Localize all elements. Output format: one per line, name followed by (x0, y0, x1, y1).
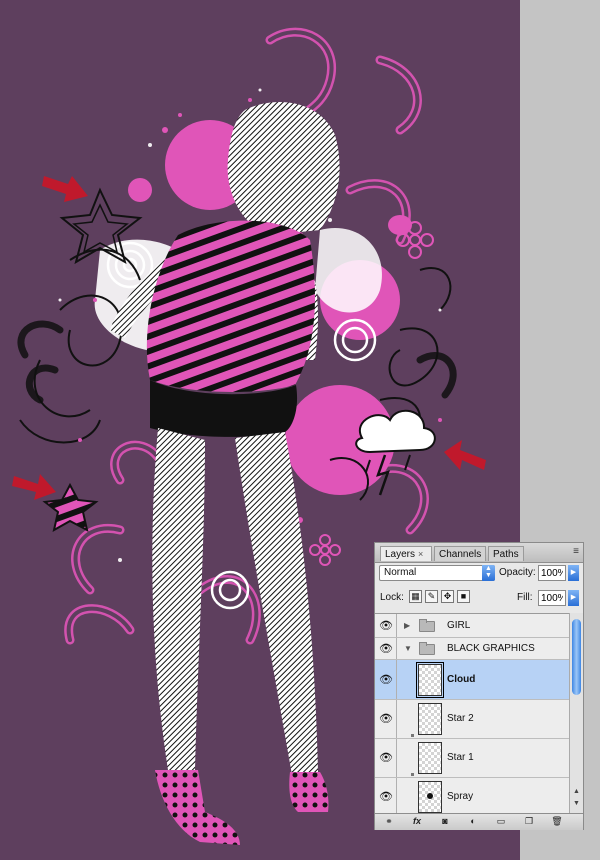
chevron-updown-icon: ▲ ▼ (482, 565, 495, 581)
link-icon[interactable]: ⚭ (381, 816, 397, 827)
folder-icon (419, 642, 435, 655)
eye-visibility-icon[interactable]: 👁 (378, 643, 394, 655)
lock-position-move-icon[interactable]: ✥ (441, 590, 454, 603)
panel-bottom-toolbar: ⚭ fx ◙ ◐ ▭ ❐ 🗑 (375, 813, 583, 830)
tab-channels-label: Channels (439, 549, 482, 560)
tab-layers[interactable]: Layers × (380, 546, 432, 561)
clip-link-icon (411, 773, 414, 776)
fill-label: Fill: (517, 592, 533, 603)
fill-input[interactable] (538, 590, 566, 606)
red-arrow-2 (12, 474, 56, 500)
eye-visibility-icon[interactable]: 👁 (378, 752, 394, 764)
tab-channels[interactable]: Channels (434, 546, 486, 561)
triangle-right-icon[interactable]: ▶ (404, 621, 410, 630)
right-shoe (289, 772, 329, 812)
blend-mode-value: Normal (384, 567, 417, 578)
opacity-label: Opacity: (499, 567, 536, 578)
layer-name: Spray (447, 791, 474, 802)
layer-thumbnail (418, 742, 442, 774)
layer-thumbnail (418, 703, 442, 735)
tab-layers-label: Layers (385, 549, 416, 560)
new-layer-icon[interactable]: ❐ (521, 816, 537, 827)
mask-icon[interactable]: ◙ (437, 816, 453, 827)
layer-thumbnail (418, 781, 442, 813)
tab-paths[interactable]: Paths (488, 546, 524, 561)
opacity-slider-arrow-icon[interactable]: ▶ (568, 565, 579, 581)
layer-row-black-graphics[interactable]: 👁 ▼ BLACK GRAPHICS (375, 638, 569, 660)
adjustment-icon[interactable]: ◐ (465, 816, 481, 827)
scroll-thumb[interactable] (572, 619, 581, 695)
spray-thumbnail-mark (427, 793, 433, 799)
folder-icon (419, 619, 435, 632)
close-icon[interactable]: × (418, 547, 423, 562)
layers-scrollbar[interactable]: ▲ ▼ (569, 613, 583, 813)
left-shoe (155, 770, 240, 845)
panel-menu-icon[interactable]: ≡ (573, 546, 579, 557)
layer-row-cloud[interactable]: 👁 Cloud (375, 660, 569, 700)
tab-paths-label: Paths (493, 549, 519, 560)
layer-name: BLACK GRAPHICS (447, 643, 535, 654)
eye-visibility-icon[interactable]: 👁 (378, 791, 394, 803)
red-arrow-3 (444, 440, 486, 470)
clip-link-icon (411, 734, 414, 737)
layer-row-star-2[interactable]: 👁 Star 2 (375, 700, 569, 739)
scroll-down-icon[interactable]: ▼ (572, 799, 581, 808)
lock-all-padlock-icon[interactable]: ■ (457, 590, 470, 603)
triangle-down-icon[interactable]: ▼ (404, 644, 412, 653)
layer-name: Cloud (447, 674, 476, 685)
trash-icon[interactable]: 🗑 (549, 816, 565, 827)
layer-thumbnail (416, 662, 444, 698)
layers-panel: Layers × Channels Paths ≡ Normal ▲ ▼ Opaci… (374, 542, 584, 830)
panel-tab-bar: Layers × Channels Paths ≡ (375, 543, 583, 563)
layer-row-girl[interactable]: 👁 ▶ GIRL (375, 614, 569, 638)
layer-name: Star 1 (447, 752, 474, 763)
layer-name: Star 2 (447, 713, 474, 724)
layer-name: GIRL (447, 620, 471, 631)
layer-row-spray[interactable]: 👁 Spray (375, 778, 569, 814)
new-group-icon[interactable]: ▭ (493, 816, 509, 827)
blend-mode-select[interactable]: Normal ▲ ▼ (379, 565, 495, 581)
scroll-up-icon[interactable]: ▲ (572, 787, 581, 796)
eye-visibility-icon[interactable]: 👁 (378, 620, 394, 632)
eye-visibility-icon[interactable]: 👁 (378, 674, 394, 686)
lock-image-brush-icon[interactable]: ✎ (425, 590, 438, 603)
layers-list: 👁 ▶ GIRL 👁 ▼ BLACK GRAPHICS 👁 Cloud 👁 St… (375, 613, 569, 814)
lock-transparent-icon[interactable]: ▦ (409, 590, 422, 603)
eye-visibility-icon[interactable]: 👁 (378, 713, 394, 725)
fill-slider-arrow-icon[interactable]: ▶ (568, 590, 579, 606)
opacity-input[interactable] (538, 565, 566, 581)
fx-icon[interactable]: fx (409, 816, 425, 827)
red-arrow-1 (42, 176, 88, 202)
layer-row-star-1[interactable]: 👁 Star 1 (375, 739, 569, 778)
lock-label: Lock: (380, 592, 404, 603)
